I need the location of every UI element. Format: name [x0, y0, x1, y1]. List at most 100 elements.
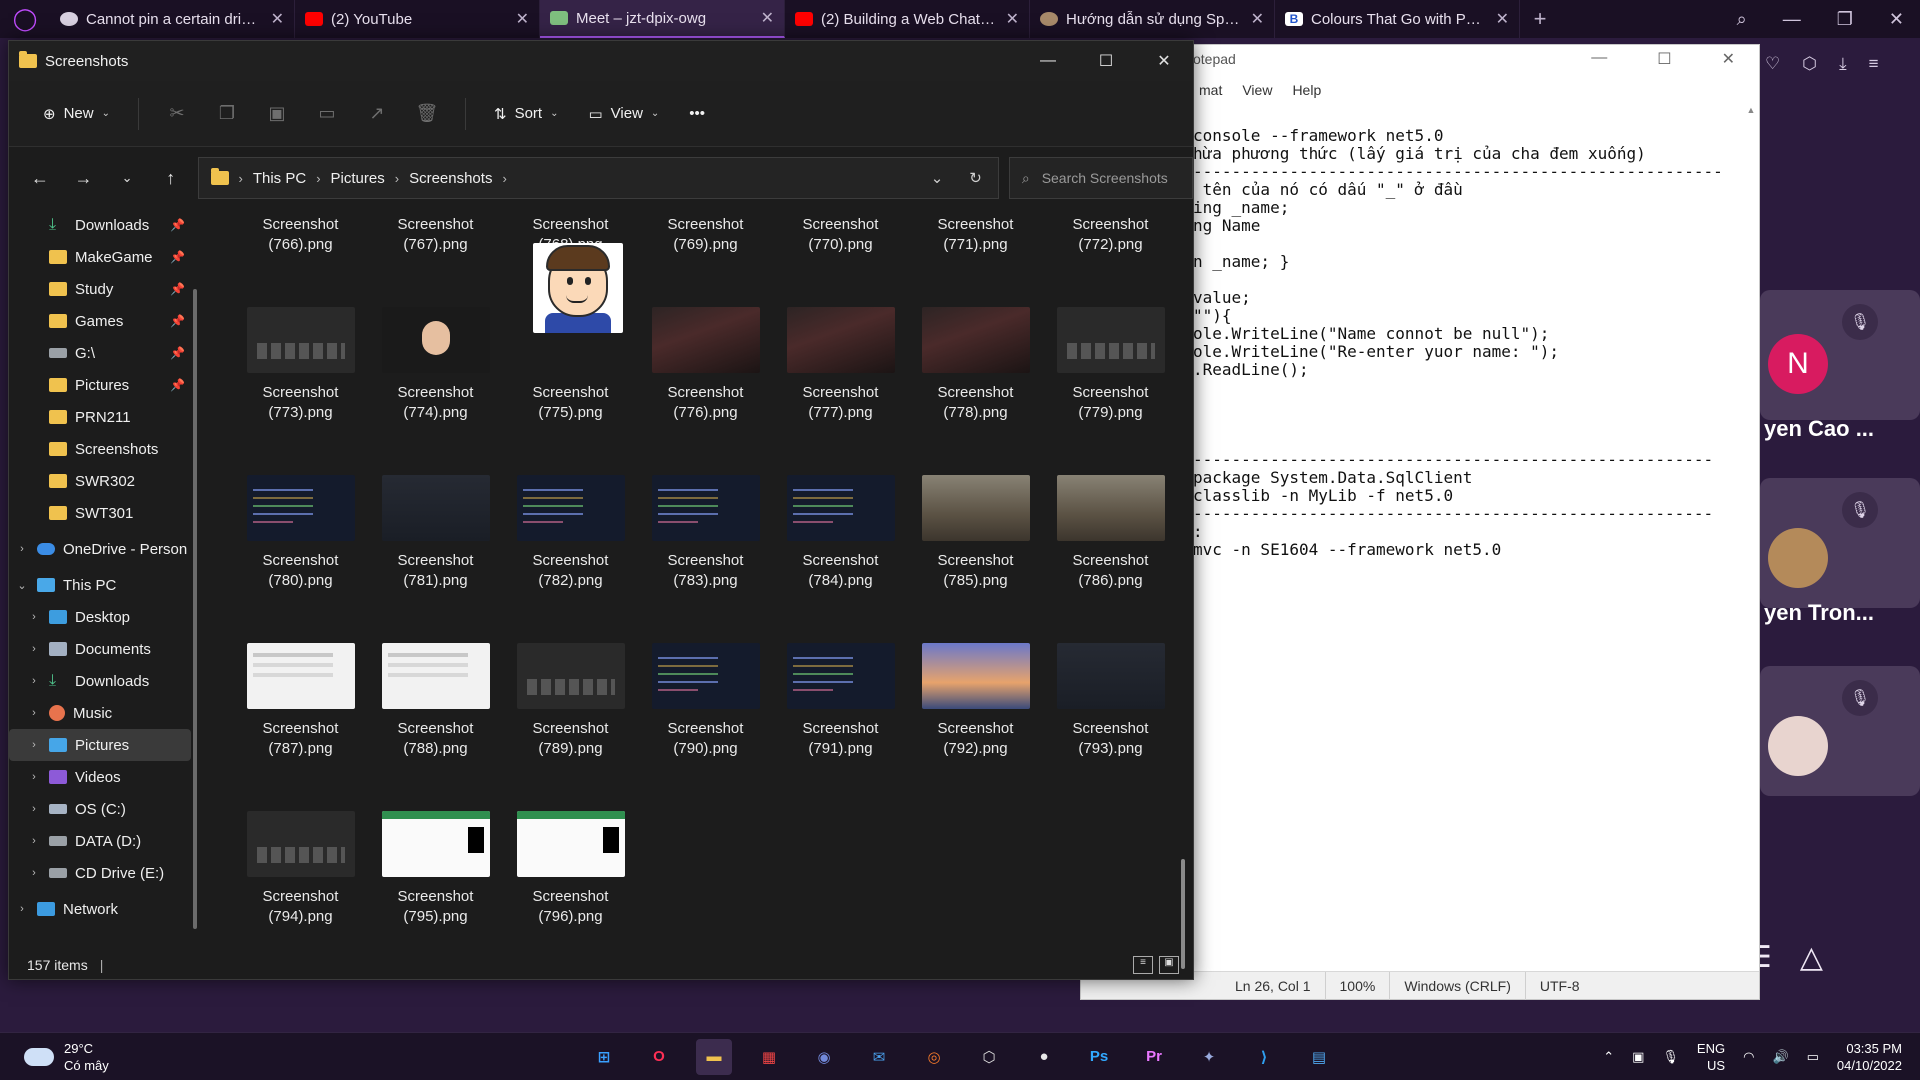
sort-button[interactable]: ⇅ Sort ⌄ [484, 99, 568, 129]
close-tab-icon[interactable]: ✕ [1251, 9, 1264, 29]
expand-chevron-icon[interactable]: › [25, 803, 43, 815]
file-item[interactable]: Screenshot (786).png [1043, 425, 1178, 593]
github-icon[interactable]: ● [1026, 1039, 1062, 1075]
file-item[interactable]: Screenshot (767).png [368, 209, 503, 257]
scroll-up-icon[interactable]: ▲ [1745, 105, 1757, 115]
battery-icon[interactable]: ▭ [1807, 1049, 1819, 1065]
sidebar-item-prn211[interactable]: PRN211 [9, 401, 191, 433]
file-item[interactable]: Screenshot (792).png [908, 593, 1043, 761]
new-tab-button[interactable]: + [1520, 0, 1560, 38]
file-item[interactable]: Screenshot (774).png [368, 257, 503, 425]
sidebar-item-videos[interactable]: › Videos [9, 761, 191, 793]
maximize-icon[interactable]: ☐ [1657, 49, 1671, 69]
breadcrumb-this-pc[interactable]: This PC [253, 170, 306, 187]
sidebar-item-documents[interactable]: › Documents [9, 633, 191, 665]
file-item[interactable]: Screenshot (775).png [503, 243, 638, 425]
close-icon[interactable]: ✕ [1889, 9, 1904, 30]
file-item[interactable]: Screenshot (796).png [503, 761, 638, 929]
sidebar-item-swr302[interactable]: SWR302 [9, 465, 191, 497]
opera-logo-icon[interactable]: ◯ [0, 0, 50, 38]
sidebar-item-study[interactable]: Study 📌 [9, 273, 191, 305]
expand-chevron-icon[interactable]: › [25, 771, 43, 783]
premiere-icon[interactable]: Pr [1136, 1039, 1172, 1075]
notepad-menu-item[interactable]: Help [1292, 82, 1321, 98]
file-item[interactable]: Screenshot (766).png [233, 209, 368, 257]
minimize-icon[interactable]: — [1783, 9, 1801, 30]
blender-icon[interactable]: ◎ [916, 1039, 952, 1075]
sidebar-item-desktop[interactable]: › Desktop [9, 601, 191, 633]
file-item[interactable]: Screenshot (793).png [1043, 593, 1178, 761]
more-options-button[interactable]: ••• [679, 99, 715, 128]
sidebar-item-games[interactable]: Games 📌 [9, 305, 191, 337]
clock[interactable]: 03:35 PM 04/10/2022 [1837, 1040, 1902, 1074]
file-item[interactable]: Screenshot (781).png [368, 425, 503, 593]
recent-dropdown-icon[interactable]: ⌄ [110, 170, 144, 186]
settings-icon[interactable]: ≡ [1869, 54, 1879, 74]
sidebar-item-downloads[interactable]: ⤓ Downloads 📌 [9, 209, 191, 241]
file-item[interactable]: Screenshot (779).png [1043, 257, 1178, 425]
details-view-icon[interactable]: ≡ [1133, 956, 1153, 974]
browser-tab[interactable]: B Colours That Go with Purpl ✕ [1275, 0, 1520, 38]
back-arrow-icon[interactable]: ← [23, 168, 57, 189]
mail-icon[interactable]: ✉ [861, 1039, 897, 1075]
close-tab-icon[interactable]: ✕ [516, 9, 529, 29]
file-item[interactable]: Screenshot (785).png [908, 425, 1043, 593]
breadcrumb-pictures[interactable]: Pictures [331, 170, 385, 187]
file-item[interactable]: Screenshot (789).png [503, 593, 638, 761]
language-indicator[interactable]: ENG US [1697, 1040, 1725, 1074]
notepad-scrollbar[interactable]: ▲ [1745, 105, 1757, 969]
file-item[interactable]: Screenshot (769).png [638, 209, 773, 257]
expand-chevron-icon[interactable]: › [25, 675, 43, 687]
new-button[interactable]: ⊕ New ⌄ [33, 99, 120, 129]
file-explorer-icon[interactable]: ▬ [696, 1038, 732, 1075]
refresh-icon[interactable]: ↻ [969, 169, 982, 187]
maximize-icon[interactable]: ☐ [1077, 41, 1135, 81]
address-bar[interactable]: › This PC › Pictures › Screenshots › ⌄ ↻ [197, 157, 999, 199]
browser-tab[interactable]: Hướng dẫn sử dụng Spring ✕ [1030, 0, 1275, 38]
close-icon[interactable]: ✕ [1722, 49, 1735, 69]
sidebar-item-downloads[interactable]: › ⤓ Downloads [9, 665, 191, 697]
windows-start-icon[interactable]: ⊞ [586, 1039, 622, 1075]
file-item[interactable]: Screenshot (784).png [773, 425, 908, 593]
sidebar-item-swt301[interactable]: SWT301 [9, 497, 191, 529]
notepad-text-area[interactable]: console --framework net5.0 hừa phương thứ… [1193, 125, 1743, 959]
weather-widget[interactable]: 29°C Có mây [24, 1040, 109, 1074]
tray-app-icon[interactable]: ▣ [1632, 1049, 1644, 1065]
copy-icon[interactable]: ❐ [207, 103, 247, 124]
wifi-icon[interactable]: ◠ [1743, 1049, 1754, 1065]
close-tab-icon[interactable]: ✕ [1006, 9, 1019, 29]
sidebar-item-network[interactable]: › Network [9, 893, 191, 925]
sidebar-item-pictures[interactable]: Pictures 📌 [9, 369, 191, 401]
expand-chevron-icon[interactable]: › [13, 543, 31, 555]
notepad-icon[interactable]: ▤ [1301, 1039, 1337, 1075]
restore-icon[interactable]: ❐ [1837, 9, 1853, 30]
file-item[interactable]: Screenshot (790).png [638, 593, 773, 761]
expand-chevron-icon[interactable]: › [25, 835, 43, 847]
minimize-icon[interactable]: — [1019, 41, 1077, 81]
close-tab-icon[interactable]: ✕ [271, 9, 284, 29]
microphone-icon[interactable]: 🎙 [1662, 1049, 1679, 1065]
file-item[interactable]: Screenshot (788).png [368, 593, 503, 761]
notepad-menu-item[interactable]: View [1242, 82, 1272, 98]
file-item[interactable]: Screenshot (780).png [233, 425, 368, 593]
paste-icon[interactable]: ▣ [257, 103, 297, 124]
file-item[interactable]: Screenshot (783).png [638, 425, 773, 593]
sidebar-item-g[interactable]: G:\ 📌 [9, 337, 191, 369]
chevron-up-icon[interactable]: ⌃ [1603, 1049, 1614, 1065]
file-item[interactable]: Screenshot (772).png [1043, 209, 1178, 257]
sidebar-item-pictures[interactable]: › Pictures [9, 729, 191, 761]
forward-arrow-icon[interactable]: → [67, 168, 101, 189]
file-item[interactable]: Screenshot (782).png [503, 425, 638, 593]
sidebar-item-screenshots[interactable]: Screenshots [9, 433, 191, 465]
browser-tab[interactable]: (2) Building a Web ChatBot ✕ [785, 0, 1030, 38]
volume-icon[interactable]: 🔊 [1772, 1049, 1788, 1065]
sidebar-item-data-d[interactable]: › DATA (D:) [9, 825, 191, 857]
activities-icon[interactable]: △ [1800, 940, 1823, 975]
search-input[interactable]: ⌕ Search Screenshots [1008, 157, 1193, 199]
vscode-icon[interactable]: ⟩ [1246, 1039, 1282, 1075]
file-item[interactable]: Screenshot (778).png [908, 257, 1043, 425]
opera-gx-icon[interactable]: O [641, 1039, 677, 1075]
file-item[interactable]: Screenshot (787).png [233, 593, 368, 761]
expand-chevron-icon[interactable]: › [25, 611, 43, 623]
file-item[interactable]: Screenshot (771).png [908, 209, 1043, 257]
